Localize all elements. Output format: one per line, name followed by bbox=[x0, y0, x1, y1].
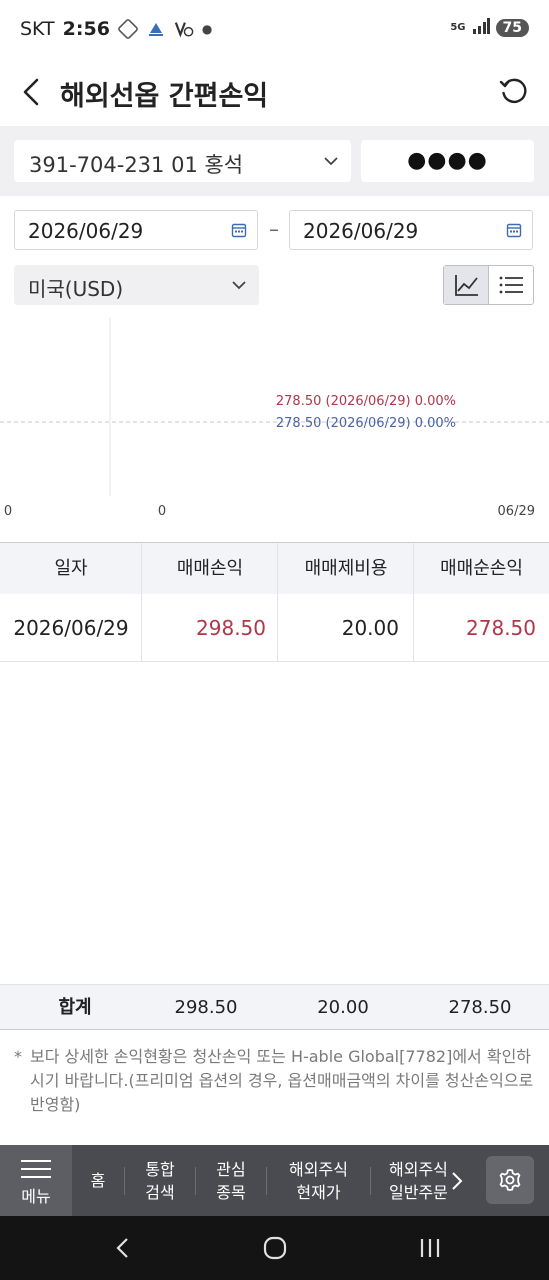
notification-icon bbox=[118, 19, 138, 39]
x-tick-label: 0 bbox=[158, 504, 166, 519]
calendar-icon bbox=[506, 223, 522, 238]
chevron-right-icon bbox=[452, 1171, 463, 1190]
menu-label: 메뉴 bbox=[21, 1187, 51, 1206]
list-icon bbox=[499, 276, 523, 294]
chart-svg: 0 0 06/29 278.50 (2026/06/29) 0.00% 278.… bbox=[0, 318, 549, 519]
chevron-down-icon bbox=[324, 157, 338, 166]
currency-select[interactable]: 미국(USD) bbox=[14, 265, 259, 305]
nav-scroll-right-button[interactable] bbox=[446, 1145, 468, 1216]
carrier-label: SKT bbox=[20, 18, 55, 40]
refresh-button[interactable] bbox=[497, 74, 531, 108]
column-header-net-pl: 매매순손익 bbox=[440, 558, 523, 579]
app-header: 해외선옵 간편손익 bbox=[0, 62, 549, 126]
nav-item-watchlist[interactable]: 관심 종목 bbox=[196, 1145, 266, 1216]
bottom-nav: 메뉴 홈 통합 검색 관심 종목 해외주식 현재가 해외주식 일반주문 bbox=[0, 1145, 549, 1216]
gear-icon bbox=[499, 1169, 521, 1191]
series-value-label-red: 278.50 (2026/06/29) 0.00% bbox=[276, 394, 456, 409]
refresh-icon bbox=[499, 78, 527, 104]
chevron-left-icon bbox=[23, 78, 39, 106]
password-field[interactable]: ●●●● bbox=[361, 140, 534, 182]
currency-value: 미국(USD) bbox=[28, 277, 124, 301]
column-header-trade-pl: 매매손익 bbox=[176, 558, 244, 579]
x-tick-label: 06/29 bbox=[498, 504, 535, 519]
line-chart-icon bbox=[455, 275, 478, 296]
nav-item-search[interactable]: 통합 검색 bbox=[125, 1145, 195, 1216]
totals-trade-pl: 298.50 bbox=[174, 997, 238, 1018]
v3-notification-icon bbox=[174, 19, 194, 39]
cell-trade-pl: 298.50 bbox=[196, 616, 266, 640]
totals-row: 합계 298.50 20.00 278.50 bbox=[0, 984, 549, 1030]
system-recents-icon[interactable] bbox=[418, 1236, 442, 1260]
account-band: 391-704-231 01 홍석 ●●●● bbox=[0, 126, 549, 196]
battery-indicator: 75 bbox=[495, 19, 529, 37]
start-date-input[interactable]: 2026/06/29 bbox=[14, 210, 258, 250]
nav-item-overseas-order[interactable]: 해외주식 일반주문 bbox=[371, 1145, 451, 1216]
system-navigation-bar bbox=[0, 1216, 549, 1280]
table-row[interactable]: 2026/06/29 298.50 20.00 278.50 bbox=[0, 594, 549, 662]
status-bar: SKT 2:56 ● 5G 75 bbox=[0, 0, 549, 62]
system-back-icon[interactable] bbox=[112, 1236, 134, 1260]
list-view-button[interactable] bbox=[489, 266, 533, 304]
cell-date: 2026/06/29 bbox=[13, 616, 129, 640]
clock: 2:56 bbox=[62, 18, 110, 40]
status-right: 5G 75 bbox=[450, 18, 529, 38]
notice-asterisk: * bbox=[14, 1047, 22, 1066]
nav-item-overseas-quote[interactable]: 해외주식 현재가 bbox=[267, 1145, 370, 1216]
view-toggle bbox=[443, 265, 534, 305]
column-header-fees: 매매제비용 bbox=[304, 558, 388, 579]
more-notifications-dot: ● bbox=[201, 22, 213, 36]
series-value-label-blue: 278.50 (2026/06/29) 0.00% bbox=[276, 416, 456, 431]
app-notification-icon bbox=[146, 19, 166, 39]
menu-button[interactable]: 메뉴 bbox=[0, 1145, 72, 1216]
hamburger-icon bbox=[21, 1160, 51, 1178]
end-date-input[interactable]: 2026/06/29 bbox=[289, 210, 533, 250]
chevron-down-icon bbox=[232, 281, 246, 290]
account-select[interactable]: 391-704-231 01 홍석 bbox=[14, 140, 351, 182]
chart-view-button[interactable] bbox=[444, 266, 489, 304]
system-home-icon[interactable] bbox=[262, 1236, 288, 1260]
totals-label: 합계 bbox=[58, 997, 92, 1018]
column-header-date: 일자 bbox=[54, 558, 88, 579]
cell-fees: 20.00 bbox=[341, 616, 399, 640]
totals-fees: 20.00 bbox=[317, 997, 369, 1018]
nav-item-home[interactable]: 홈 bbox=[72, 1145, 124, 1216]
notice-text: 보다 상세한 손익현황은 청산손익 또는 H-able Global[7782]… bbox=[30, 1047, 534, 1114]
signal-icon bbox=[472, 18, 490, 38]
cell-net-pl: 278.50 bbox=[466, 616, 536, 640]
date-separator: – bbox=[269, 217, 279, 241]
settings-button[interactable] bbox=[486, 1156, 534, 1204]
back-button[interactable] bbox=[14, 74, 50, 110]
page-title: 해외선옵 간편손익 bbox=[60, 81, 269, 112]
table-header: 일자 매매손익 매매제비용 매매순손익 bbox=[0, 542, 549, 595]
profit-chart: 0 0 06/29 278.50 (2026/06/29) 0.00% 278.… bbox=[0, 318, 549, 530]
totals-net-pl: 278.50 bbox=[448, 997, 512, 1018]
status-left: SKT 2:56 ● bbox=[20, 18, 212, 40]
password-mask: ●●●● bbox=[407, 148, 488, 173]
x-tick-label: 0 bbox=[4, 504, 12, 519]
end-date-value: 2026/06/29 bbox=[303, 219, 419, 243]
start-date-value: 2026/06/29 bbox=[28, 219, 144, 243]
account-value: 391-704-231 01 홍석 bbox=[29, 153, 244, 177]
network-type-label: 5G bbox=[450, 22, 466, 33]
calendar-icon bbox=[231, 223, 247, 238]
